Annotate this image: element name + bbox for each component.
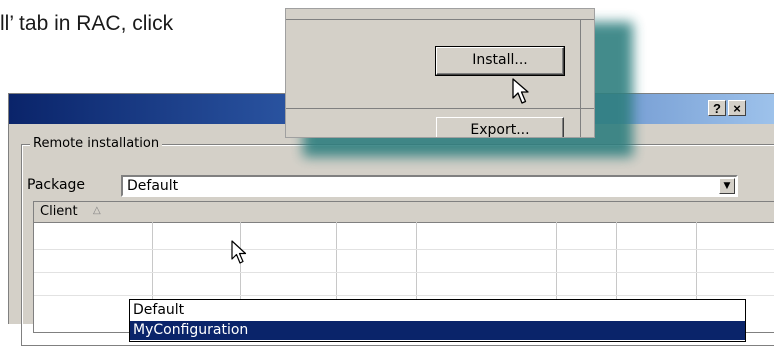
package-dropdown-list[interactable]: Default MyConfiguration [129,299,746,342]
dropdown-option-myconfiguration[interactable]: MyConfiguration [130,321,745,340]
grid-row-divider [34,272,774,273]
install-button[interactable]: Install... [435,46,565,76]
close-button[interactable]: × [728,100,746,116]
mouse-pointer-icon [231,240,247,264]
package-combo[interactable]: Default ▼ [121,175,738,197]
sort-ascending-icon: △ [93,205,101,216]
callout-divider [580,19,581,137]
dropdown-option-default[interactable]: Default [130,301,745,320]
chevron-down-icon[interactable]: ▼ [719,178,735,194]
package-label: Package [27,177,86,193]
grid-row-divider [34,249,774,250]
package-value: Default [127,178,179,194]
help-button[interactable]: ? [708,100,726,116]
callout-divider [286,19,594,20]
grid-header: Client △ [34,202,774,223]
export-button[interactable]: Export... [436,117,564,137]
zoom-callout: Install... Export... [285,8,595,138]
instruction-text: ll’ tab in RAC, click [0,12,174,35]
grid-row-divider [34,295,774,296]
group-label: Remote installation [30,136,163,151]
mouse-pointer-icon [512,78,529,104]
callout-divider [286,108,594,109]
column-header-client[interactable]: Client [40,204,78,219]
